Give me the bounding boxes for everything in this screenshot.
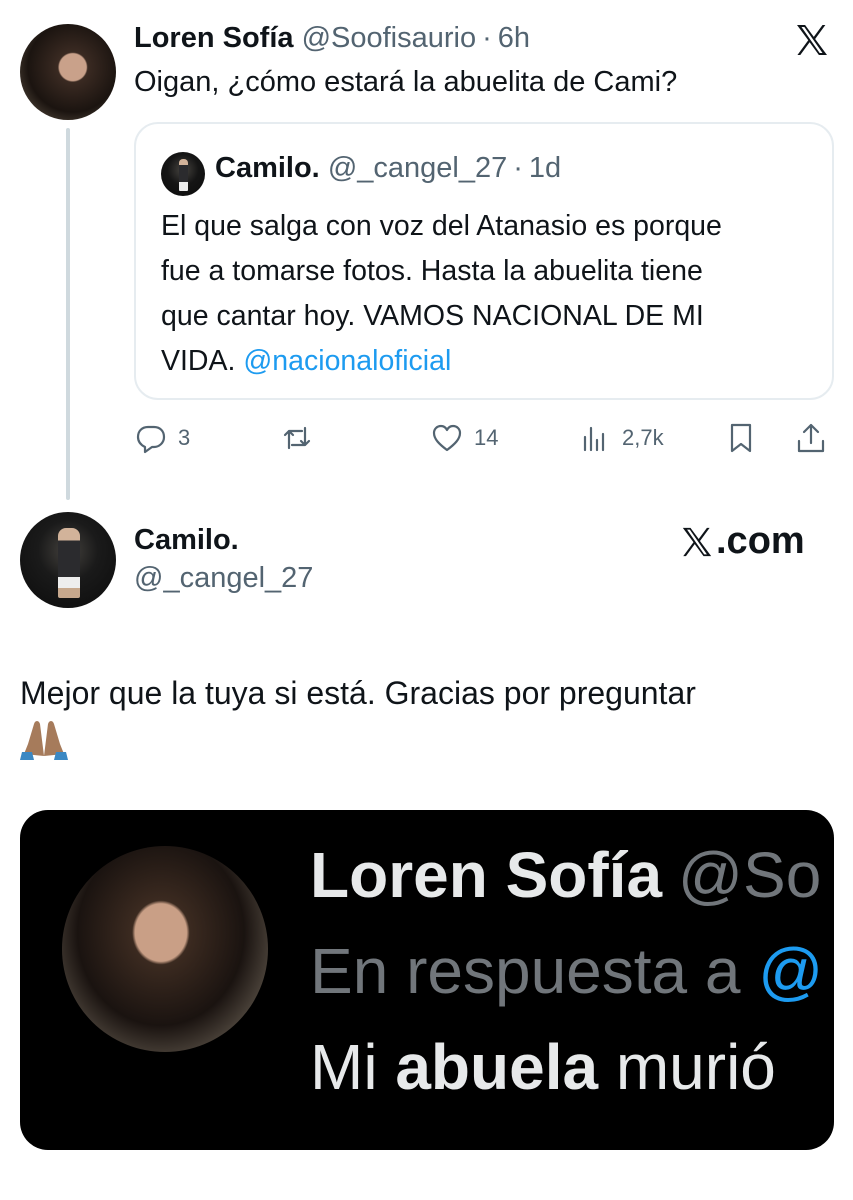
heart-icon — [432, 424, 462, 452]
avatar-camilo[interactable] — [20, 512, 116, 608]
author-name[interactable]: Loren Sofía — [134, 22, 294, 54]
reply-button[interactable]: 3 — [134, 418, 190, 458]
reply-author-handle[interactable]: @_cangel_27 — [134, 562, 313, 595]
x-logo-icon — [682, 527, 712, 556]
avatar-camilo-small — [161, 152, 205, 196]
tweet-text: Oigan, ¿cómo estará la abuelita de Cami? — [134, 66, 678, 98]
comment-icon — [136, 425, 166, 454]
bookmark-button[interactable] — [724, 418, 758, 458]
views-count: 2,7k — [622, 425, 664, 450]
quoted-author-handle: @_cangel_27 — [327, 152, 508, 184]
bar-chart-icon — [583, 426, 605, 452]
bookmark-icon — [730, 423, 752, 453]
image-text-prefix: Mi — [310, 1031, 396, 1103]
image-text-bold: abuela — [395, 1031, 599, 1103]
image-name: Loren Sofía — [310, 839, 663, 911]
retweet-button[interactable] — [280, 418, 324, 458]
tweet-header: Loren Sofía @Soofisaurio · 6h — [134, 22, 530, 55]
quoted-text-prefix: VIDA. — [161, 345, 244, 377]
reply-text: Mejor que la tuya si está. Gracias por p… — [20, 675, 696, 711]
quoted-tweet-header: Camilo. @_cangel_27 · 1d — [215, 152, 561, 185]
image-reply-mention: @ — [758, 935, 824, 1007]
reply-count: 3 — [178, 425, 191, 450]
views-button[interactable]: 2,7k — [578, 418, 664, 458]
image-text-suffix: murió — [598, 1031, 776, 1103]
image-text-line: Mi abuela murió — [310, 1030, 776, 1104]
x-com-watermark: .com — [680, 520, 805, 563]
tweet-screenshot: Loren Sofía @Soofisaurio · 6h Oigan, ¿cómo… — [0, 0, 853, 1200]
quoted-tweet-text: El que salga con voz del Atanasio es por… — [161, 204, 821, 384]
quoted-tweet-time: 1d — [528, 152, 562, 184]
mention-link[interactable]: @nacionaloficial — [243, 345, 451, 377]
quoted-text-line: El que salga con voz del Atanasio es por… — [161, 210, 722, 242]
folded-hands-emoji — [20, 721, 68, 760]
image-reply-line: En respuesta a @ — [310, 934, 823, 1008]
image-reply-prefix: En respuesta a — [310, 935, 759, 1007]
attached-image[interactable]: Loren Sofía @So En respuesta a @ Mi abuel… — [20, 810, 834, 1150]
author-handle[interactable]: @Soofisaurio — [302, 22, 477, 54]
tweet-time[interactable]: 6h — [498, 22, 530, 54]
separator-dot: · — [482, 22, 492, 54]
brand-domain: .com — [716, 520, 805, 562]
separator-dot: · — [513, 152, 523, 184]
like-button[interactable]: 14 — [430, 418, 498, 458]
like-count: 14 — [474, 425, 499, 450]
avatar-loren-large — [62, 846, 268, 1052]
share-button[interactable] — [794, 418, 828, 458]
quoted-text-line: que cantar hoy. VAMOS NACIONAL DE MI — [161, 300, 704, 332]
quoted-text-line: fue a tomarse fotos. Hasta la abuelita t… — [161, 255, 703, 287]
share-icon — [797, 423, 825, 453]
quoted-text-line: VIDA. @nacionaloficial — [161, 339, 821, 384]
retweet-icon — [283, 426, 311, 450]
image-name-line: Loren Sofía @So — [310, 838, 821, 912]
thread-connector-line — [66, 128, 70, 500]
reply-author-name[interactable]: Camilo. — [134, 524, 239, 557]
x-logo-icon[interactable] — [794, 22, 830, 58]
image-handle: @So — [678, 839, 822, 911]
quoted-author-name: Camilo. — [215, 152, 320, 184]
avatar-loren[interactable] — [20, 24, 116, 120]
